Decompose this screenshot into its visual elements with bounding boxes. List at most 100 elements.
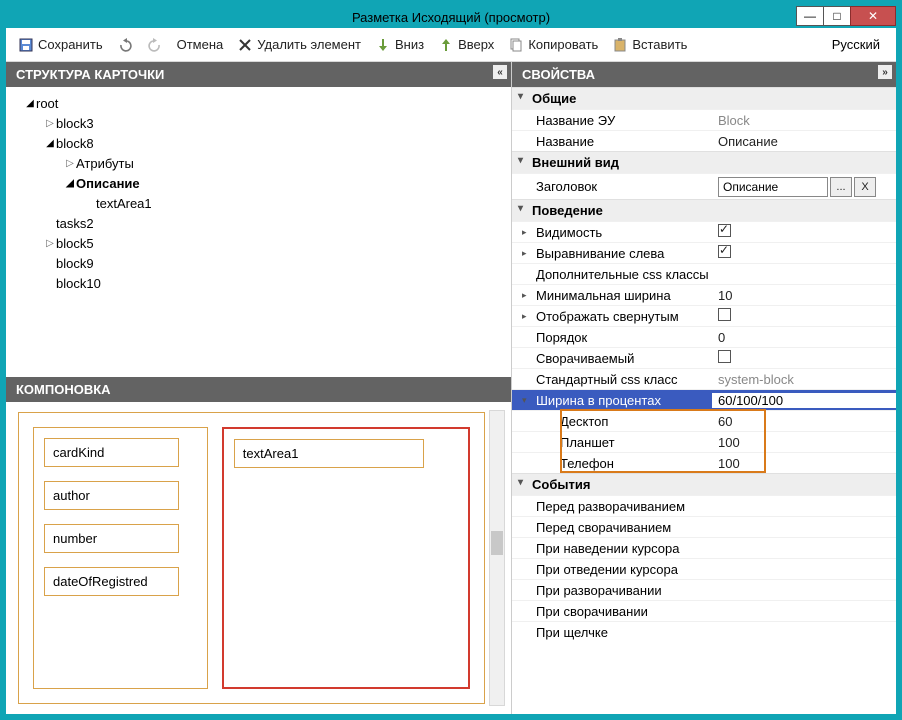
prop-alignleft[interactable]: Выравнивание слева — [512, 242, 896, 263]
props-header: СВОЙСТВА » — [512, 62, 896, 87]
tree-attrs[interactable]: ▷Атрибуты — [10, 153, 507, 173]
prop-oncollapse[interactable]: При сворачивании — [512, 600, 896, 621]
tree-root[interactable]: ◢root — [10, 93, 507, 113]
delete-button[interactable]: Удалить элемент — [231, 34, 367, 56]
collapsed-checkbox[interactable] — [718, 308, 731, 321]
header-clear-button[interactable]: X — [854, 177, 876, 197]
prop-cssextra[interactable]: Дополнительные css классы — [512, 263, 896, 284]
up-label: Вверх — [458, 37, 494, 52]
titlebar: Разметка Исходящий (просмотр) — □ ✕ — [6, 6, 896, 28]
prop-stdcss[interactable]: Стандартный css классsystem-block — [512, 368, 896, 389]
copy-label: Копировать — [528, 37, 598, 52]
prop-onhover[interactable]: При наведении курсора — [512, 537, 896, 558]
tree-desc[interactable]: ◢Описание — [10, 173, 507, 193]
field-cardkind[interactable]: cardKind — [44, 438, 179, 467]
field-author[interactable]: author — [44, 481, 179, 510]
group-appearance[interactable]: Внешний вид — [512, 151, 896, 173]
prop-collapsed[interactable]: Отображать свернутым — [512, 305, 896, 326]
toolbar: Сохранить Отмена Удалить элемент Вниз Вв… — [6, 28, 896, 62]
tree-block10[interactable]: block10 — [10, 273, 507, 293]
up-button[interactable]: Вверх — [432, 34, 500, 56]
minimize-button[interactable]: — — [796, 6, 824, 26]
tree-textarea1[interactable]: textArea1 — [10, 193, 507, 213]
collapse-right-icon[interactable]: » — [878, 65, 892, 79]
prop-onclick[interactable]: При щелчке — [512, 621, 896, 642]
save-label: Сохранить — [38, 37, 103, 52]
prop-controlname[interactable]: Название ЭУBlock — [512, 109, 896, 130]
prop-onleave[interactable]: При отведении курсора — [512, 558, 896, 579]
prop-phone[interactable]: Телефон100 — [512, 452, 896, 473]
copy-button[interactable]: Копировать — [502, 34, 604, 56]
layout-header: КОМПОНОВКА — [6, 377, 511, 402]
properties-grid: Общие Название ЭУBlock НазваниеОписание … — [512, 87, 896, 714]
visibility-checkbox[interactable] — [718, 224, 731, 237]
app-window: Разметка Исходящий (просмотр) — □ ✕ Сохр… — [6, 6, 896, 714]
prop-minwidth[interactable]: Минимальная ширина10 — [512, 284, 896, 305]
prop-beforecollapse[interactable]: Перед сворачиванием — [512, 516, 896, 537]
delete-icon — [237, 37, 253, 53]
prop-widthpct[interactable]: Ширина в процентах60/100/100 — [512, 389, 896, 410]
save-icon — [18, 37, 34, 53]
group-behavior[interactable]: Поведение — [512, 199, 896, 221]
prop-collapsible[interactable]: Сворачиваемый — [512, 347, 896, 368]
layout-panel: КОМПОНОВКА cardKind author number dateOf… — [6, 377, 511, 714]
cancel-button[interactable]: Отмена — [171, 34, 230, 55]
props-title: СВОЙСТВА — [522, 67, 595, 82]
attributes-block[interactable]: cardKind author number dateOfRegistred — [33, 427, 208, 689]
block-outer: cardKind author number dateOfRegistred t… — [18, 412, 485, 704]
prop-desktop[interactable]: Десктоп60 — [512, 410, 896, 431]
header-ellipsis-button[interactable]: ... — [830, 177, 852, 197]
prop-tablet[interactable]: Планшет100 — [512, 431, 896, 452]
content-area: СТРУКТУРА КАРТОЧКИ « ◢root ▷block3 ◢bloc… — [6, 62, 896, 714]
field-number[interactable]: number — [44, 524, 179, 553]
copy-icon — [508, 37, 524, 53]
undo-icon — [117, 37, 133, 53]
maximize-button[interactable]: □ — [823, 6, 851, 26]
save-button[interactable]: Сохранить — [12, 34, 109, 56]
arrow-down-icon — [375, 37, 391, 53]
redo-icon — [147, 37, 163, 53]
collapse-left-icon[interactable]: « — [493, 65, 507, 79]
paste-icon — [612, 37, 628, 53]
close-button[interactable]: ✕ — [850, 6, 896, 26]
tree-block5[interactable]: ▷block5 — [10, 233, 507, 253]
layout-scrollbar[interactable] — [489, 410, 505, 706]
header-input[interactable] — [718, 177, 828, 197]
paste-label: Вставить — [632, 37, 687, 52]
prop-onexpand[interactable]: При разворачивании — [512, 579, 896, 600]
field-textarea1[interactable]: textArea1 — [234, 439, 424, 468]
tree-tasks2[interactable]: tasks2 — [10, 213, 507, 233]
alignleft-checkbox[interactable] — [718, 245, 731, 258]
collapsible-checkbox[interactable] — [718, 350, 731, 363]
left-pane: СТРУКТУРА КАРТОЧКИ « ◢root ▷block3 ◢bloc… — [6, 62, 512, 714]
down-label: Вниз — [395, 37, 424, 52]
prop-visibility[interactable]: Видимость — [512, 221, 896, 242]
tree-block8[interactable]: ◢block8 — [10, 133, 507, 153]
cancel-label: Отмена — [177, 37, 224, 52]
structure-title: СТРУКТУРА КАРТОЧКИ — [16, 67, 164, 82]
prop-beforeexpand[interactable]: Перед разворачиванием — [512, 495, 896, 516]
down-button[interactable]: Вниз — [369, 34, 430, 56]
prop-order[interactable]: Порядок0 — [512, 326, 896, 347]
group-events[interactable]: События — [512, 473, 896, 495]
structure-header: СТРУКТУРА КАРТОЧКИ « — [6, 62, 511, 87]
prop-name[interactable]: НазваниеОписание — [512, 130, 896, 151]
scrollbar-thumb[interactable] — [491, 531, 503, 555]
language-selector[interactable]: Русский — [822, 34, 890, 55]
tree-block3[interactable]: ▷block3 — [10, 113, 507, 133]
group-general[interactable]: Общие — [512, 87, 896, 109]
layout-title: КОМПОНОВКА — [16, 382, 111, 397]
field-dateofregistred[interactable]: dateOfRegistred — [44, 567, 179, 596]
window-title: Разметка Исходящий (просмотр) — [6, 10, 896, 25]
description-block[interactable]: textArea1 — [222, 427, 470, 689]
paste-button[interactable]: Вставить — [606, 34, 693, 56]
undo-button[interactable] — [111, 34, 139, 56]
arrow-up-icon — [438, 37, 454, 53]
prop-header[interactable]: Заголовок ... X — [512, 173, 896, 199]
layout-canvas-wrap: cardKind author number dateOfRegistred t… — [6, 402, 511, 714]
layout-canvas[interactable]: cardKind author number dateOfRegistred t… — [18, 412, 485, 704]
structure-tree: ◢root ▷block3 ◢block8 ▷Атрибуты ◢Описани… — [6, 87, 511, 377]
redo-button[interactable] — [141, 34, 169, 56]
window-buttons: — □ ✕ — [797, 6, 896, 26]
tree-block9[interactable]: block9 — [10, 253, 507, 273]
